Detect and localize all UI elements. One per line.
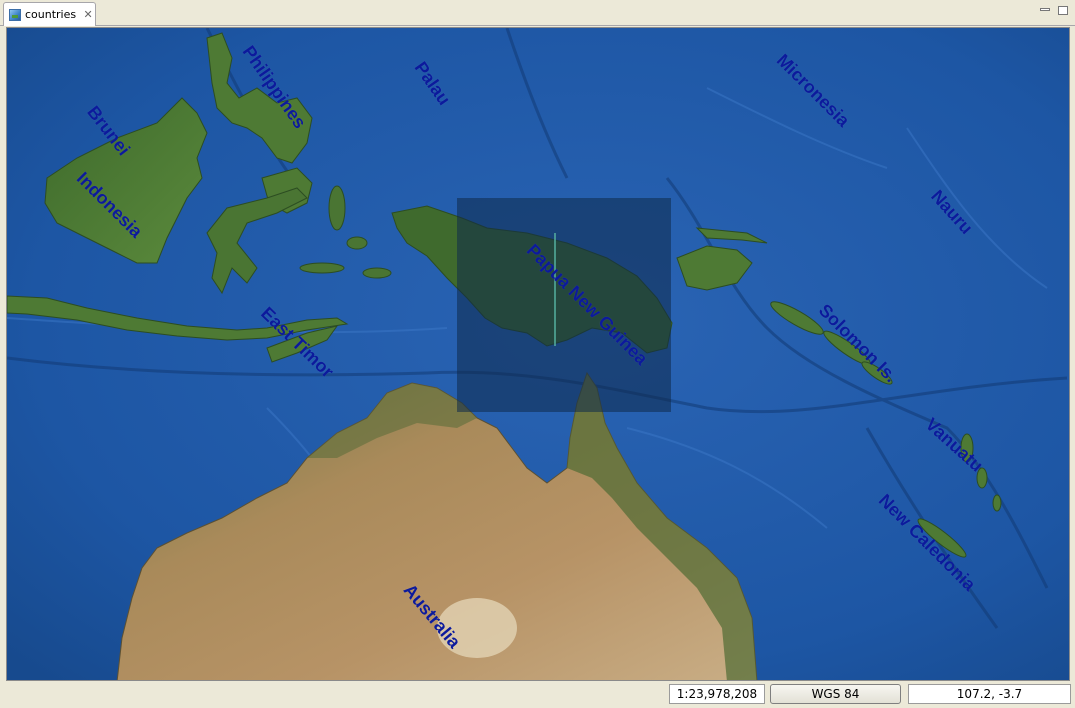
maximize-icon[interactable] [1058,6,1068,15]
tab-countries[interactable]: countries ✕ [3,2,96,26]
status-bar: 1:23,978,208 WGS 84 107.2, -3.7 [0,681,1075,708]
coordinate-display: 107.2, -3.7 [908,684,1071,704]
crs-button[interactable]: WGS 84 [770,684,901,704]
map-imagery [7,28,1069,680]
close-icon[interactable]: ✕ [82,8,94,21]
tab-title: countries [25,8,77,21]
selected-feature-highlight [457,198,671,412]
minimize-icon[interactable] [1040,8,1050,11]
map-icon [9,8,21,21]
map-canvas[interactable]: Brunei Indonesia Philippines Palau Micro… [6,27,1070,681]
map-editor-window: countries ✕ Brunei Indonesia Philippines… [0,0,1075,708]
tab-bar: countries ✕ [0,0,1075,26]
scale-display[interactable]: 1:23,978,208 [669,684,765,704]
